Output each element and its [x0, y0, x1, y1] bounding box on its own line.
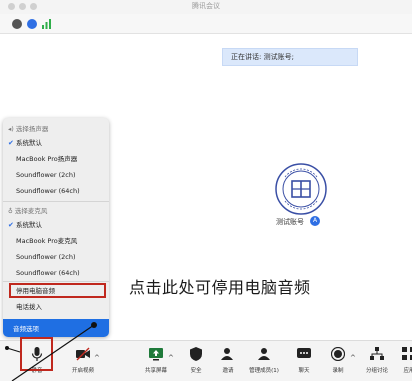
annotation-arrows: [5, 322, 97, 381]
pointer-line: [11, 324, 95, 381]
pointer-line: [6, 347, 21, 353]
